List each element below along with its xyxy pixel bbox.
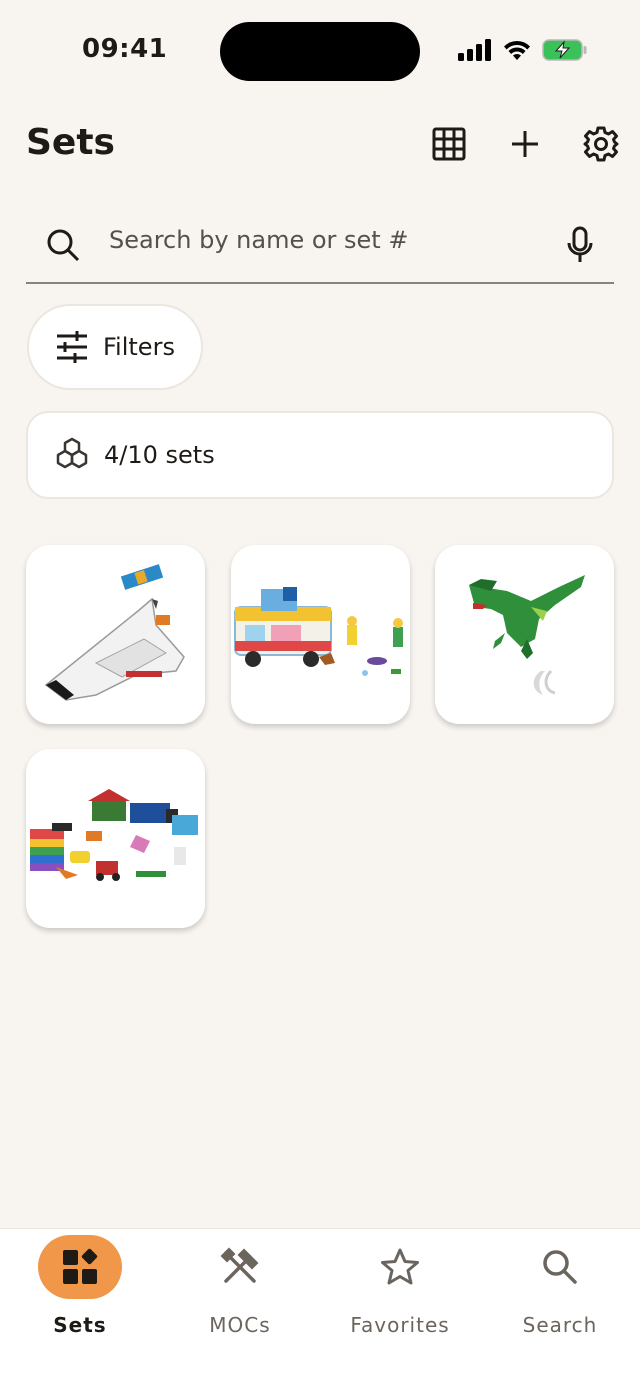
tab-sets[interactable]: Sets [0,1229,160,1369]
tab-label: Favorites [350,1313,450,1337]
ice-cream-truck-image [231,585,410,681]
grid-view-button[interactable] [429,124,469,164]
sets-count-card: 4/10 sets [26,411,614,499]
search-icon [47,229,80,262]
search-placeholder: Search by name or set # [109,226,409,254]
grid-icon [432,127,466,161]
search-bar[interactable]: Search by name or set # [26,204,614,284]
status-icons [458,38,588,62]
set-card[interactable] [26,545,205,724]
plus-icon [512,131,538,157]
settings-button[interactable] [581,124,621,164]
microphone-icon[interactable] [566,226,594,264]
wifi-icon [504,40,530,60]
cubes-icon [56,437,88,469]
filters-button[interactable]: Filters [27,304,203,390]
tab-label: Search [522,1313,598,1337]
gear-icon [583,126,619,162]
space-shuttle-image [44,564,185,701]
status-time: 09:41 [82,34,168,64]
search-icon [518,1235,602,1299]
add-set-button[interactable] [505,124,545,164]
set-card[interactable] [435,545,614,724]
cellular-signal-icon [458,39,491,61]
page-title: Sets [26,122,115,163]
tab-mocs[interactable]: MOCs [160,1229,320,1369]
shapes-icon [38,1235,122,1299]
set-card[interactable] [26,749,205,928]
sets-count-label: 4/10 sets [104,441,215,469]
set-card[interactable] [231,545,410,724]
dynamic-island [220,22,420,81]
sliders-icon [57,331,87,363]
tab-search[interactable]: Search [480,1229,640,1369]
tab-favorites[interactable]: Favorites [320,1229,480,1369]
star-icon [358,1235,442,1299]
filters-label: Filters [103,333,175,361]
tools-icon [198,1235,282,1299]
bottom-tab-bar: Sets MOCs Favorites Search [0,1228,640,1391]
status-bar: 09:41 [0,0,640,100]
creative-bricks-image [26,771,205,906]
green-dinosaur-image [435,567,614,702]
tab-label: Sets [53,1313,107,1337]
tab-label: MOCs [209,1313,271,1337]
battery-charging-icon [542,39,587,61]
